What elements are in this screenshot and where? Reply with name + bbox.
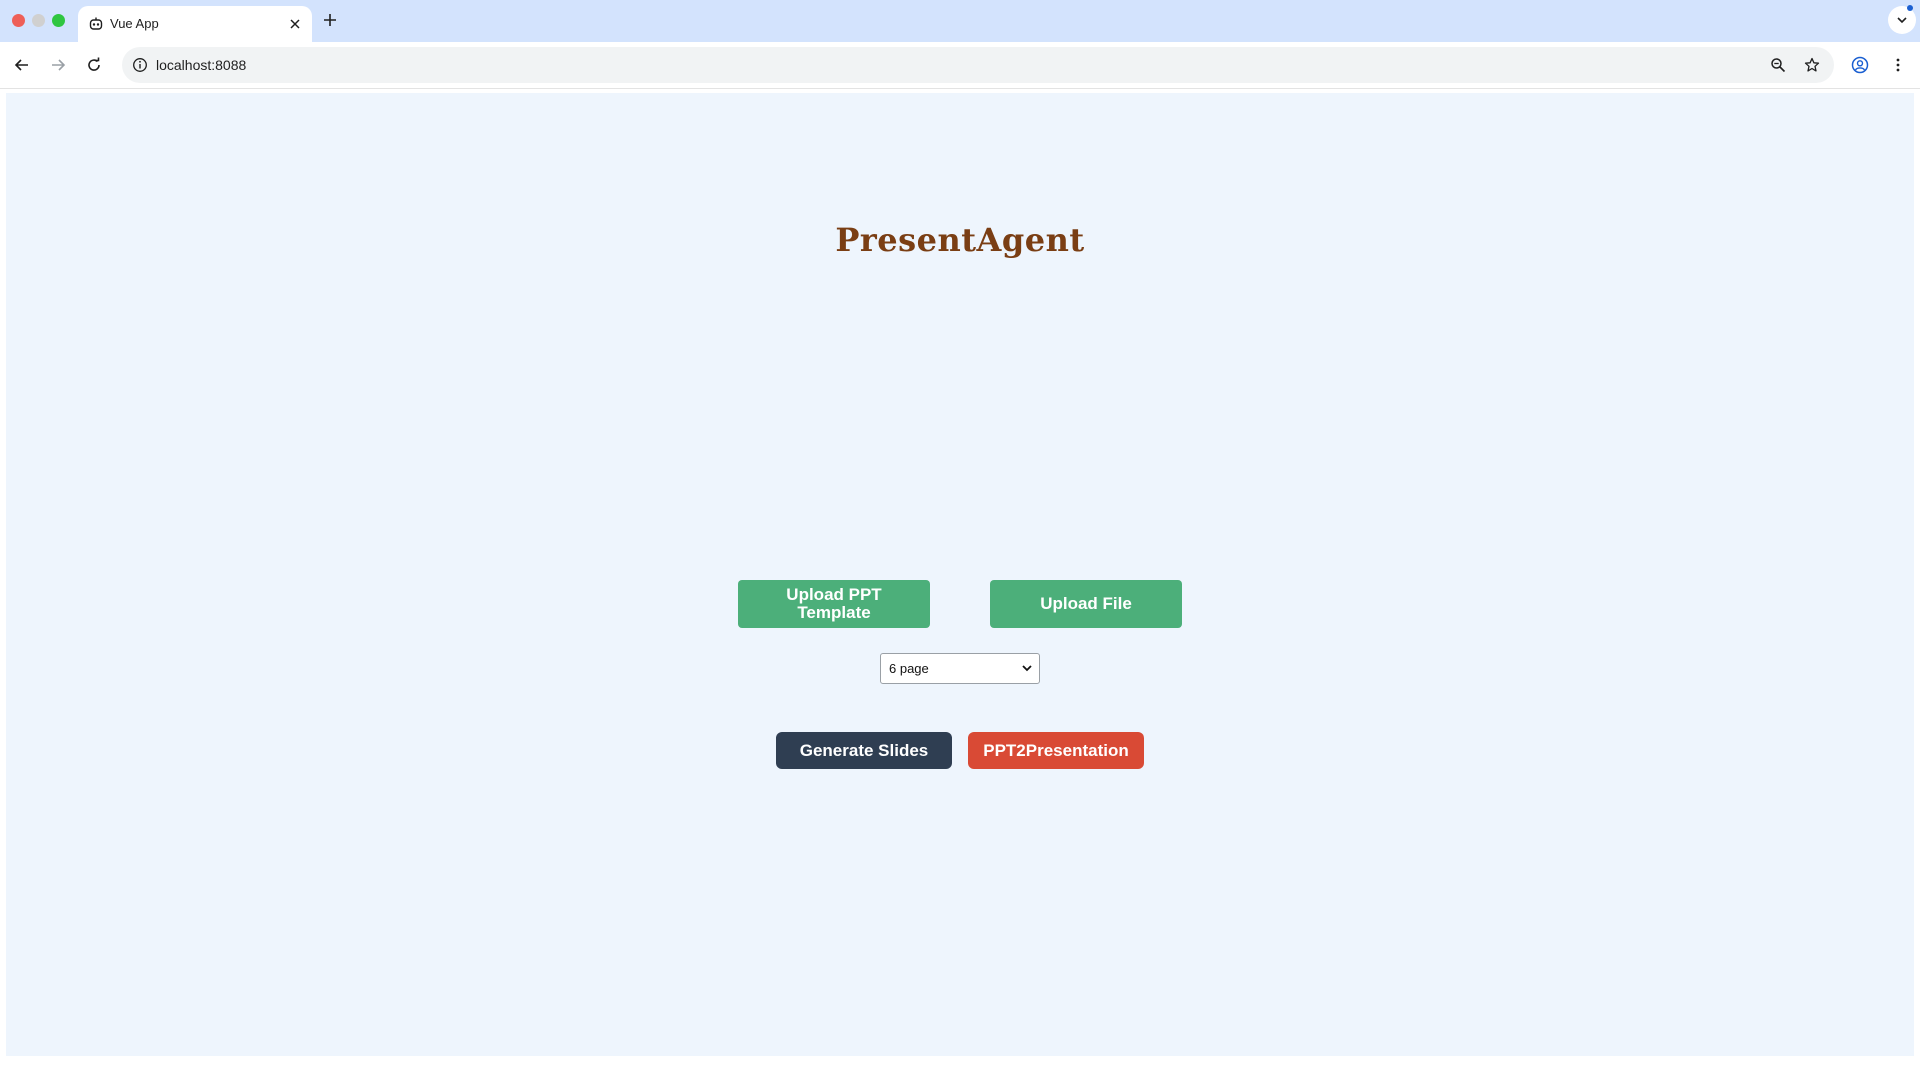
chevron-down-icon bbox=[1021, 662, 1033, 677]
notification-dot bbox=[1907, 5, 1913, 11]
app-page: PresentAgent Upload PPT Template Upload … bbox=[6, 93, 1914, 1056]
generate-slides-button[interactable]: Generate Slides bbox=[776, 732, 952, 769]
url-text[interactable]: localhost:8088 bbox=[156, 57, 246, 73]
tab-title: Vue App bbox=[110, 16, 159, 31]
zoom-icon[interactable] bbox=[1768, 55, 1788, 75]
close-window-button[interactable] bbox=[12, 14, 25, 27]
browser-tab[interactable]: Vue App bbox=[78, 6, 312, 42]
arrow-left-icon[interactable] bbox=[8, 51, 36, 79]
upload-file-button[interactable]: Upload File bbox=[990, 580, 1182, 628]
page-count-select[interactable]: 6 page bbox=[880, 653, 1040, 684]
arrow-right-icon[interactable] bbox=[44, 51, 72, 79]
kebab-menu-icon[interactable] bbox=[1884, 51, 1912, 79]
maximize-window-button[interactable] bbox=[52, 14, 65, 27]
star-icon[interactable] bbox=[1802, 55, 1822, 75]
minimize-window-button[interactable] bbox=[32, 14, 45, 27]
upload-ppt-template-button[interactable]: Upload PPT Template bbox=[738, 580, 930, 628]
reload-icon[interactable] bbox=[80, 51, 108, 79]
browser-toolbar: localhost:8088 bbox=[0, 42, 1920, 89]
address-bar[interactable]: localhost:8088 bbox=[122, 47, 1834, 83]
plus-icon[interactable] bbox=[320, 10, 340, 30]
close-icon[interactable] bbox=[286, 15, 304, 33]
robot-icon bbox=[88, 16, 104, 32]
page-count-selected: 6 page bbox=[889, 661, 929, 676]
info-icon[interactable] bbox=[130, 55, 150, 75]
tab-bar: Vue App bbox=[0, 0, 1920, 42]
page-title: PresentAgent bbox=[835, 221, 1085, 259]
profile-icon[interactable] bbox=[1846, 51, 1874, 79]
ppt2presentation-button[interactable]: PPT2Presentation bbox=[968, 732, 1144, 769]
